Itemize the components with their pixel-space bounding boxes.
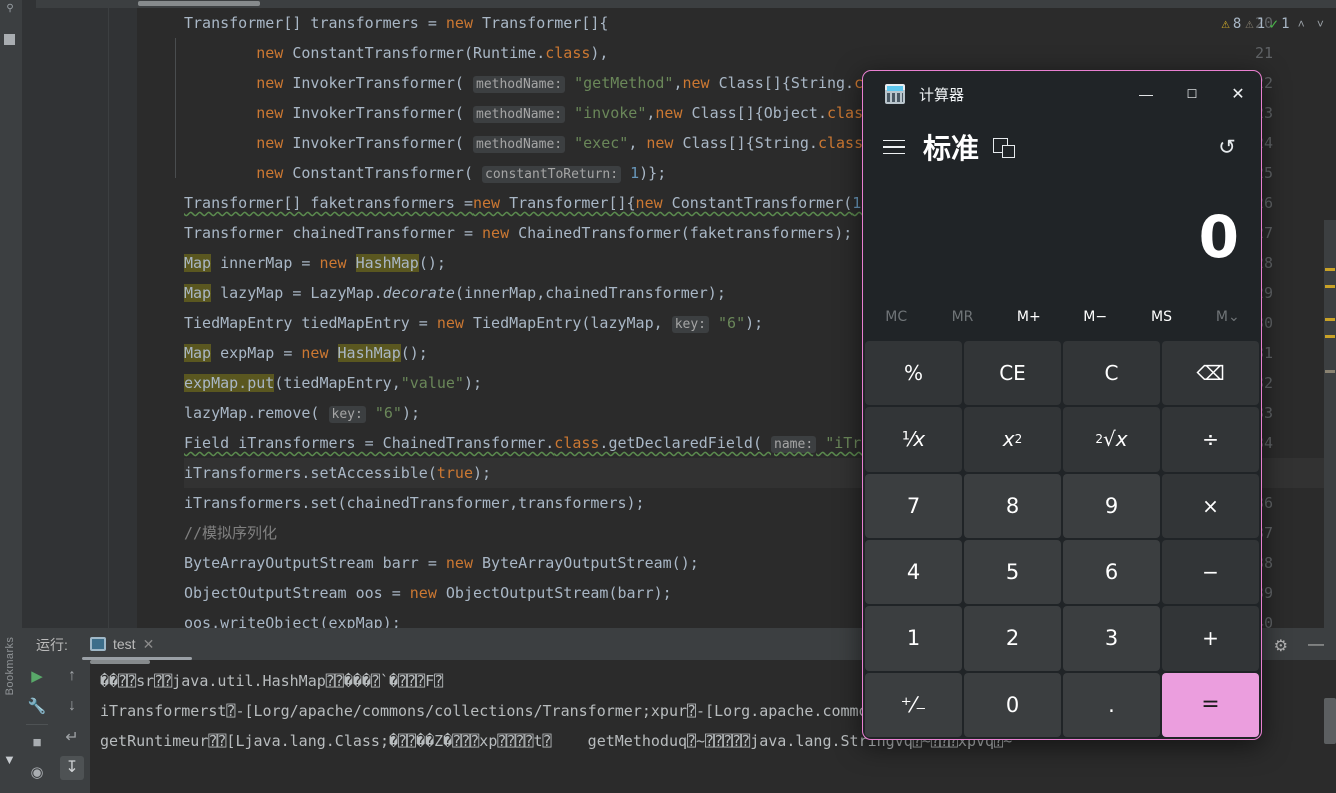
key-equals[interactable]: = <box>1162 673 1259 737</box>
key-plus-minus[interactable]: ⁺⁄₋ <box>865 673 962 737</box>
weak-warning-icon: ⚠ <box>1245 16 1253 32</box>
key-add[interactable]: + <box>1162 606 1259 670</box>
keep-on-top-icon[interactable] <box>993 136 1015 158</box>
maximize-button[interactable]: ☐ <box>1169 71 1215 117</box>
run-actions-toolbar[interactable]: ▶ 🔧 ■ ◉ <box>22 660 52 793</box>
console-vertical-scrollbar[interactable] <box>1324 698 1336 744</box>
key-digit-6[interactable]: 6 <box>1063 540 1160 604</box>
key-digit-3[interactable]: 3 <box>1063 606 1160 670</box>
key-multiply[interactable]: × <box>1162 474 1259 538</box>
calculator-mode-bar: 标准 ↺ <box>863 117 1261 177</box>
calculator-icon <box>885 84 905 104</box>
key-reciprocal[interactable]: ¹⁄x <box>865 407 962 471</box>
key-digit-8[interactable]: 8 <box>964 474 1061 538</box>
gear-icon[interactable]: ⚙ <box>1274 636 1288 656</box>
inspection-widget[interactable]: ⚠ 8 ⚠ 1 ✓ 1 ˄ ˅ <box>1221 12 1328 36</box>
run-window-label: 运行: <box>36 635 68 655</box>
ok-indicator[interactable]: ✓ 1 <box>1269 15 1289 33</box>
console-scroll-thumb[interactable] <box>90 660 150 664</box>
key-digit-7[interactable]: 7 <box>865 474 962 538</box>
key-clear[interactable]: C <box>1063 341 1160 405</box>
soft-wrap-icon[interactable]: ↵ <box>60 726 84 750</box>
rerun-icon[interactable]: ▶ <box>26 666 48 688</box>
close-button[interactable]: ✕ <box>1215 71 1261 117</box>
run-configuration-icon <box>90 637 106 651</box>
warnings-indicator[interactable]: ⚠ 8 <box>1221 16 1241 32</box>
calculator-keypad[interactable]: %CEC⌫ ¹⁄xx22√x÷ 789× 456− 123+ ⁺⁄₋0.= <box>865 341 1259 737</box>
key-digit-2[interactable]: 2 <box>964 606 1061 670</box>
key-digit-9[interactable]: 9 <box>1063 474 1160 538</box>
key-backspace[interactable]: ⌫ <box>1162 341 1259 405</box>
key-square-root[interactable]: 2√x <box>1063 407 1160 471</box>
key-clear-entry[interactable]: CE <box>964 341 1061 405</box>
previous-problem-chevron-up-icon[interactable]: ˄ <box>1294 17 1309 32</box>
marker-warning[interactable] <box>1325 318 1335 321</box>
next-problem-chevron-down-icon[interactable]: ˅ <box>1313 17 1328 32</box>
key-digit-1[interactable]: 1 <box>865 606 962 670</box>
key-digit-5[interactable]: 5 <box>964 540 1061 604</box>
minimize-icon[interactable]: — <box>1308 636 1324 654</box>
history-icon[interactable]: ↺ <box>1211 131 1243 163</box>
calculator-mode-label: 标准 <box>923 127 979 167</box>
scroll-down-icon[interactable]: ↓ <box>60 694 84 718</box>
memory-buttons-row[interactable]: MCMRM+M−MSM⌄ <box>863 301 1261 333</box>
warning-count: 8 <box>1233 16 1241 32</box>
marker-weak-warning[interactable] <box>1325 370 1335 373</box>
marker-warning[interactable] <box>1325 335 1335 338</box>
marker-warning[interactable] <box>1325 285 1335 288</box>
console-line: ��⍰⍰sr⍰⍰java.util.HashMap⍰⍰���⍰`�⍰⍰⍰F⍰ <box>100 666 443 696</box>
scroll-to-end-icon[interactable]: ↧ <box>60 756 84 780</box>
key-subtract[interactable]: − <box>1162 540 1259 604</box>
memory-button-ms[interactable]: MS <box>1128 309 1194 325</box>
memory-button-mc[interactable]: MC <box>863 309 929 325</box>
warning-icon: ⚠ <box>1221 16 1229 32</box>
calculator-window[interactable]: 计算器 — ☐ ✕ 标准 ↺ 0 MCMRM+M−MSM⌄ %CEC⌫ ¹⁄xx2… <box>862 70 1262 740</box>
run-tab-test[interactable]: test ✕ <box>82 628 162 660</box>
code-line[interactable]: Transformer[] transformers = new Transfo… <box>184 8 1336 38</box>
key-divide[interactable]: ÷ <box>1162 407 1259 471</box>
run-tab-label: test <box>113 636 136 652</box>
check-icon: ✓ <box>1269 15 1278 33</box>
close-icon[interactable]: ✕ <box>143 636 155 653</box>
editor-marker-scrollbar[interactable] <box>1324 220 1336 628</box>
calculator-titlebar[interactable]: 计算器 — ☐ ✕ <box>863 71 1261 117</box>
camera-icon[interactable]: ◉ <box>26 762 48 784</box>
search-everywhere-icon[interactable]: ⚲ <box>3 2 17 16</box>
ok-count: 1 <box>1281 16 1289 32</box>
gutter-separator <box>108 8 109 628</box>
code-line[interactable]: new ConstantTransformer(Runtime.class), <box>184 38 1336 68</box>
key-digit-0[interactable]: 0 <box>964 673 1061 737</box>
memory-button-m+[interactable]: M+ <box>996 309 1062 325</box>
memory-button-m[interactable]: M⌄ <box>1195 309 1261 325</box>
console-actions-toolbar[interactable]: ↑ ↓ ↵ ↧ <box>52 660 90 793</box>
bookmarks-tool-label[interactable]: Bookmarks <box>4 621 26 711</box>
console-exit-message: 进程已结束，退出代码 0 <box>100 786 268 793</box>
editor-gutter[interactable] <box>22 8 137 628</box>
code-fold-bar[interactable] <box>137 8 184 628</box>
key-decimal-point[interactable]: . <box>1063 673 1160 737</box>
display-value: 0 <box>1199 208 1239 266</box>
minimize-button[interactable]: — <box>1123 71 1169 117</box>
calculator-title: 计算器 <box>919 84 964 105</box>
calculator-display: 0 <box>863 181 1261 266</box>
memory-button-mr[interactable]: MR <box>929 309 995 325</box>
key-square[interactable]: x2 <box>964 407 1061 471</box>
wrench-icon[interactable]: 🔧 <box>26 696 48 718</box>
key-digit-4[interactable]: 4 <box>865 540 962 604</box>
marker-warning[interactable] <box>1325 268 1335 271</box>
rail-marker-icon <box>4 34 15 45</box>
editor-horizontal-scroll-thumb[interactable] <box>138 1 260 6</box>
bookmark-icon[interactable]: ▼ <box>3 752 17 768</box>
toolbar-divider <box>26 724 48 725</box>
memory-button-m[interactable]: M− <box>1062 309 1128 325</box>
left-tool-rail[interactable]: ⚲ Bookmarks ▼ <box>0 0 22 793</box>
hamburger-icon[interactable] <box>883 136 909 158</box>
key-percent[interactable]: % <box>865 341 962 405</box>
editor-top-scroll-strip[interactable] <box>0 0 1336 8</box>
code-fold-guide <box>175 38 176 178</box>
stop-icon[interactable]: ■ <box>26 732 48 754</box>
weak-warning-count: 1 <box>1257 16 1265 32</box>
scroll-up-icon[interactable]: ↑ <box>60 664 84 688</box>
weak-warnings-indicator[interactable]: ⚠ 1 <box>1245 16 1265 32</box>
